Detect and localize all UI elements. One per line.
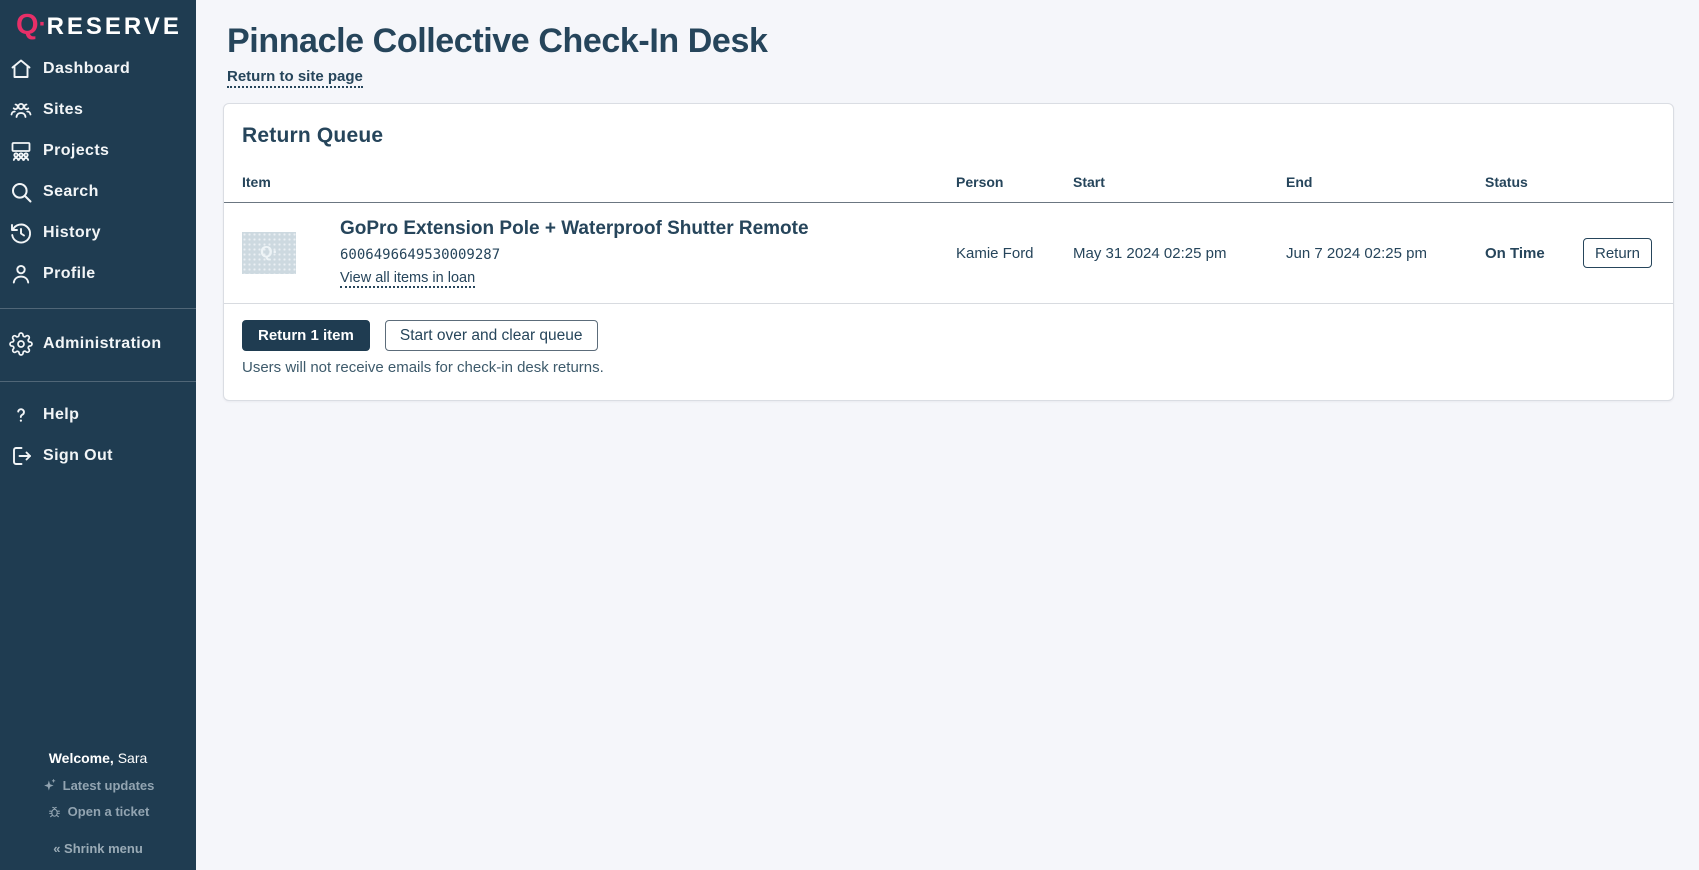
latest-updates-link[interactable]: Latest updates [0, 778, 196, 793]
person-icon [9, 262, 33, 286]
sidebar-item-dashboard[interactable]: Dashboard [0, 48, 196, 89]
gear-icon [9, 332, 33, 356]
return-items-button[interactable]: Return 1 item [242, 320, 370, 351]
sidebar-item-label: History [43, 224, 101, 242]
sidebar-item-administration[interactable]: Administration [0, 321, 196, 367]
sidebar-item-label: Sign Out [43, 447, 113, 465]
column-header-status: Status [1485, 174, 1583, 190]
open-ticket-label: Open a ticket [68, 804, 150, 819]
column-header-person: Person [956, 174, 1073, 190]
sidebar-item-label: Projects [43, 142, 109, 160]
return-queue-title: Return Queue [224, 104, 1673, 160]
home-icon [9, 57, 33, 81]
sidebar-item-label: Administration [43, 335, 162, 353]
end-cell: Jun 7 2024 02:25 pm [1286, 245, 1485, 262]
column-header-start: Start [1073, 174, 1286, 190]
sidebar-nav: Dashboard Sites Projects Search History … [0, 44, 196, 476]
people-group-icon [9, 98, 33, 122]
return-row-button[interactable]: Return [1583, 238, 1652, 268]
queue-footer-buttons: Return 1 item Start over and clear queue [242, 320, 1655, 351]
bug-icon [47, 804, 62, 819]
open-ticket-link[interactable]: Open a ticket [0, 804, 196, 819]
sparkle-icon [42, 778, 57, 793]
action-cell: Return [1583, 238, 1655, 268]
sidebar-item-projects[interactable]: Projects [0, 130, 196, 171]
queue-footer-note: Users will not receive emails for check-… [242, 359, 1655, 376]
status-badge: On Time [1485, 245, 1583, 262]
table-header-row: Item Person Start End Status [224, 160, 1673, 203]
logo-dot: · [39, 11, 47, 38]
sidebar-item-history[interactable]: History [0, 212, 196, 253]
clear-queue-button[interactable]: Start over and clear queue [385, 320, 598, 351]
sidebar-footer: Welcome, Sara Latest updates Open a tick… [0, 750, 196, 870]
item-barcode: 6006496649530009287 [340, 247, 809, 263]
queue-footer: Return 1 item Start over and clear queue… [224, 304, 1673, 400]
sidebar: Q·RESERVE Dashboard Sites Projects Searc… [0, 0, 196, 870]
projects-board-icon [9, 139, 33, 163]
shrink-menu-link[interactable]: « Shrink menu [0, 841, 196, 856]
logo-wordmark: RESERVE [47, 13, 182, 40]
sidebar-item-label: Help [43, 406, 79, 424]
sidebar-item-sites[interactable]: Sites [0, 89, 196, 130]
welcome-label: Welcome, [49, 750, 114, 766]
logo-q-letter: Q [16, 9, 39, 41]
view-all-items-link[interactable]: View all items in loan [340, 270, 475, 288]
qreserve-logo[interactable]: Q·RESERVE [0, 0, 196, 44]
sidebar-item-help[interactable]: Help [0, 394, 196, 435]
item-thumbnail-placeholder: Q· [260, 244, 278, 262]
sidebar-item-label: Sites [43, 101, 83, 119]
item-details: GoPro Extension Pole + Waterproof Shutte… [340, 218, 809, 288]
sidebar-item-profile[interactable]: Profile [0, 253, 196, 294]
return-to-site-link[interactable]: Return to site page [227, 68, 363, 88]
sidebar-item-label: Search [43, 183, 99, 201]
page-title: Pinnacle Collective Check-In Desk [227, 22, 1674, 61]
logout-icon [9, 444, 33, 468]
welcome-text: Welcome, Sara [0, 750, 196, 766]
sidebar-item-label: Profile [43, 265, 96, 283]
history-clock-icon [9, 221, 33, 245]
question-icon [9, 403, 33, 427]
search-icon [9, 180, 33, 204]
sidebar-item-label: Dashboard [43, 60, 130, 78]
sidebar-item-sign-out[interactable]: Sign Out [0, 435, 196, 476]
item-thumbnail: Q· [242, 232, 296, 274]
main-content: Pinnacle Collective Check-In Desk Return… [196, 0, 1699, 401]
sidebar-divider [0, 308, 196, 309]
welcome-user-name: Sara [118, 750, 148, 766]
sidebar-item-search[interactable]: Search [0, 171, 196, 212]
sidebar-divider [0, 381, 196, 382]
table-row: Q· GoPro Extension Pole + Waterproof Shu… [224, 203, 1673, 304]
start-cell: May 31 2024 02:25 pm [1073, 245, 1286, 262]
item-cell: Q· GoPro Extension Pole + Waterproof Shu… [242, 218, 956, 288]
item-name: GoPro Extension Pole + Waterproof Shutte… [340, 218, 809, 240]
return-queue-card: Return Queue Item Person Start End Statu… [223, 103, 1674, 401]
latest-updates-label: Latest updates [63, 778, 155, 793]
column-header-item: Item [242, 174, 956, 190]
person-cell: Kamie Ford [956, 245, 1073, 262]
column-header-end: End [1286, 174, 1485, 190]
